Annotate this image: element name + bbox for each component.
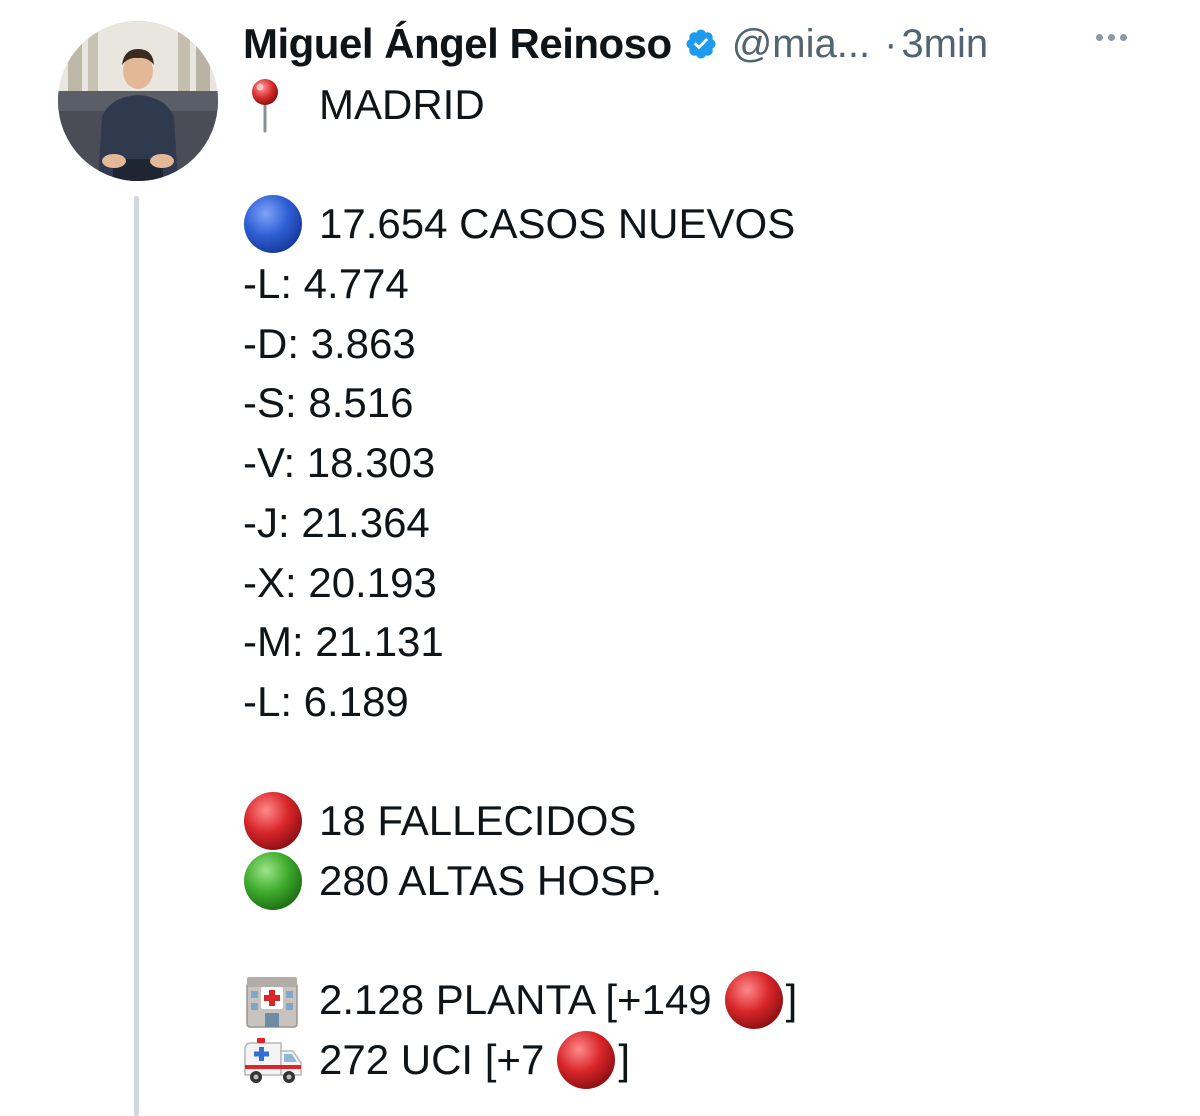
timestamp[interactable]: 3min	[901, 22, 988, 67]
icu-bracket: ]	[618, 1036, 630, 1083]
ward-line: 2.128 PLANTA [+149 ]	[243, 970, 797, 1030]
daily-line: -X: 20.193	[243, 558, 437, 606]
location-line: MADRID	[243, 75, 797, 135]
daily-line: -D: 3.863	[243, 319, 416, 367]
verified-badge-icon	[684, 27, 718, 61]
icu-line: 272 UCI [+7 ]	[243, 1030, 797, 1090]
separator: ·	[884, 21, 898, 66]
daily-line: -M: 21.131	[243, 618, 444, 666]
hospital-icon	[243, 970, 303, 1030]
tweet-header: Miguel Ángel Reinoso @mia... · 3min	[243, 18, 988, 70]
deaths-line: 18 FALLECIDOS	[243, 791, 797, 851]
thread-line	[134, 196, 139, 1116]
green-circle-icon	[243, 851, 303, 911]
location-text: MADRID	[319, 81, 485, 128]
ambulance-icon	[243, 1030, 303, 1090]
author-handle[interactable]: @mia...	[732, 22, 870, 67]
red-circle-icon	[243, 791, 303, 851]
tweet-text: MADRID 17.654 CASOS NUEVOS -L: 4.774 -D:…	[243, 75, 797, 1090]
new-cases-text: 17.654 CASOS NUEVOS	[319, 200, 796, 248]
discharges-text: 280 ALTAS HOSP.	[319, 856, 663, 904]
red-circle-icon	[556, 1030, 616, 1090]
new-cases-line: 17.654 CASOS NUEVOS	[243, 194, 797, 254]
discharges-line: 280 ALTAS HOSP.	[243, 851, 797, 911]
daily-line: -J: 21.364	[243, 498, 430, 546]
daily-line: -L: 6.189	[243, 677, 409, 725]
more-options-icon[interactable]	[1096, 34, 1127, 41]
daily-line: -V: 18.303	[243, 439, 436, 487]
avatar[interactable]	[58, 21, 218, 181]
ward-text: 2.128 PLANTA [+149	[319, 976, 712, 1024]
deaths-text: 18 FALLECIDOS	[319, 797, 637, 845]
red-circle-icon	[724, 970, 784, 1030]
daily-line: -L: 4.774	[243, 260, 409, 308]
round-pushpin-icon	[243, 75, 303, 135]
icu-text: 272 UCI [+7	[319, 1036, 545, 1083]
ward-bracket: ]	[785, 976, 798, 1024]
daily-line: -S: 8.516	[243, 379, 414, 427]
author-name[interactable]: Miguel Ángel Reinoso	[243, 20, 672, 68]
blue-circle-icon	[243, 194, 303, 254]
